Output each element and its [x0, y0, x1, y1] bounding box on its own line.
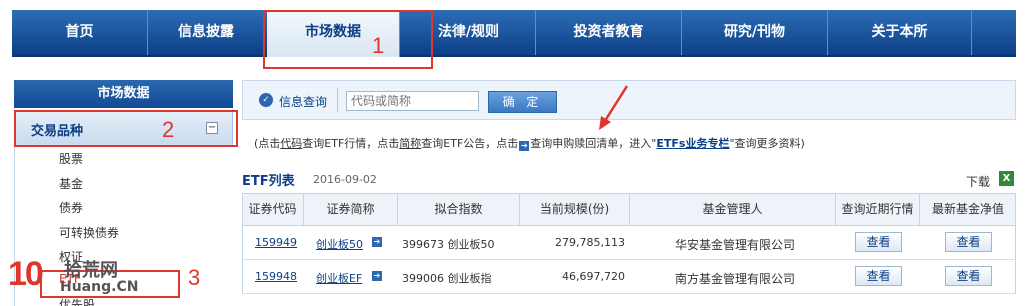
name-link[interactable]: 创业板EF: [316, 270, 362, 286]
annotation-arrow-icon: [599, 85, 629, 130]
col-scale: 当前规模(份): [520, 193, 630, 226]
etf-list-title: ETF列表: [242, 174, 295, 189]
collapse-icon[interactable]: −: [206, 122, 218, 134]
nav-about[interactable]: 关于本所: [828, 10, 972, 55]
name-link[interactable]: 创业板50: [316, 236, 363, 252]
annotation-number-2: 2: [162, 117, 175, 142]
scale-cell: 46,697,720: [562, 270, 625, 283]
nav-research[interactable]: 研究/刊物: [682, 10, 828, 55]
col-name: 证券简称: [304, 193, 398, 226]
sidebar-category-label: 交易品种: [31, 124, 84, 139]
col-nav: 最新基金净值: [931, 202, 1004, 216]
index-cell: 399673 创业板50: [402, 238, 495, 251]
divider: [337, 88, 338, 112]
code-link[interactable]: 159948: [255, 270, 297, 283]
arrow-icon[interactable]: ➔: [519, 141, 530, 151]
nav-law-rules[interactable]: 法律/规则: [402, 10, 536, 55]
confirm-button[interactable]: 确 定: [488, 91, 557, 113]
view-quote-button[interactable]: 查看: [855, 266, 902, 286]
watermark-domain: Huang.CN: [60, 279, 139, 295]
excel-icon[interactable]: X: [999, 171, 1014, 186]
sidebar-category[interactable]: 交易品种 −: [14, 110, 233, 146]
manager-cell: 南方基金管理有限公司: [675, 272, 796, 286]
manager-cell: 华安基金管理有限公司: [675, 238, 796, 252]
nav-home[interactable]: 首页: [12, 10, 148, 55]
arrow-icon[interactable]: ➔: [372, 271, 382, 281]
check-circle-icon: ✓: [259, 93, 273, 107]
nav-disclosure[interactable]: 信息披露: [148, 10, 265, 55]
watermark-brand: 10: [8, 255, 44, 293]
sidebar-item-preferred[interactable]: 优先股: [59, 296, 95, 306]
sidebar-item-convertible[interactable]: 可转换债券: [59, 224, 119, 241]
nav-investor-education[interactable]: 投资者教育: [536, 10, 682, 55]
arrow-icon[interactable]: ➔: [372, 237, 382, 247]
search-input[interactable]: [346, 91, 479, 111]
etf-date: 2016-09-02: [313, 173, 377, 186]
view-nav-button[interactable]: 查看: [945, 266, 992, 286]
top-nav: 首页 信息披露 市场数据 法律/规则 投资者教育 研究/刊物 关于本所: [12, 10, 1016, 57]
notice-text: (点击代码查询ETF行情，点击简称查询ETF公告，点击 ➔ 查询申购赎回清单，进入"…: [254, 137, 805, 151]
col-manager: 基金管理人: [630, 193, 836, 226]
sidebar-title: 市场数据: [14, 80, 233, 108]
annotation-number-3: 3: [188, 265, 201, 290]
sidebar-item-funds[interactable]: 基金: [59, 175, 83, 192]
index-cell: 399006 创业板指: [402, 272, 492, 285]
view-quote-button[interactable]: 查看: [855, 232, 902, 252]
scale-cell: 279,785,113: [555, 236, 625, 249]
code-link[interactable]: 159949: [255, 236, 297, 249]
download-link[interactable]: 下载: [966, 173, 990, 190]
name-link[interactable]: 简称: [399, 137, 421, 150]
col-index: 拟合指数: [398, 193, 520, 226]
etf-column-link[interactable]: ETFs业务专栏: [656, 137, 729, 150]
sidebar-item-bonds[interactable]: 债券: [59, 199, 83, 216]
col-quote: 查询近期行情: [836, 193, 920, 226]
col-code: 证券代码: [242, 193, 304, 226]
sidebar-item-stocks[interactable]: 股票: [59, 150, 83, 167]
view-nav-button[interactable]: 查看: [945, 232, 992, 252]
annotation-number-1: 1: [372, 33, 385, 58]
search-label: 信息查询: [279, 95, 328, 109]
code-link[interactable]: 代码: [280, 137, 302, 150]
